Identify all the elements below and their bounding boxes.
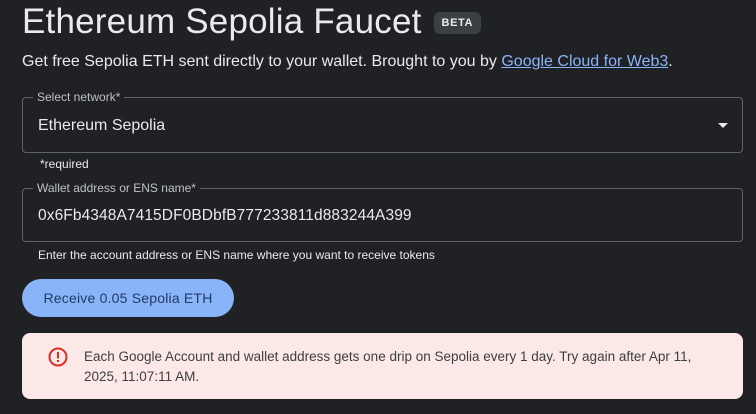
error-icon bbox=[48, 347, 68, 367]
receive-eth-button[interactable]: Receive 0.05 Sepolia ETH bbox=[22, 279, 234, 317]
rate-limit-alert: Each Google Account and wallet address g… bbox=[22, 333, 743, 399]
google-cloud-web3-link[interactable]: Google Cloud for Web3 bbox=[501, 53, 668, 70]
wallet-address-field[interactable]: Wallet address or ENS name* 0x6Fb4348A74… bbox=[22, 181, 743, 242]
network-select[interactable]: Select network* Ethereum Sepolia bbox=[22, 90, 743, 153]
title-row: Ethereum Sepolia Faucet BETA bbox=[22, 0, 482, 44]
wallet-helper-text: Enter the account address or ENS name wh… bbox=[38, 248, 435, 262]
network-select-label: Select network* bbox=[33, 90, 125, 104]
alert-message: Each Google Account and wallet address g… bbox=[84, 349, 692, 384]
wallet-address-value[interactable]: 0x6Fb4348A7415DF0BDbfB777233811d883244A3… bbox=[38, 207, 412, 225]
page-subtitle: Get free Sepolia ETH sent directly to yo… bbox=[22, 52, 673, 72]
subtitle-suffix: . bbox=[668, 53, 673, 70]
network-select-value: Ethereum Sepolia bbox=[38, 117, 166, 134]
wallet-address-label: Wallet address or ENS name* bbox=[33, 181, 200, 195]
subtitle-text: Get free Sepolia ETH sent directly to yo… bbox=[22, 53, 502, 70]
beta-badge: BETA bbox=[433, 12, 482, 34]
required-note: *required bbox=[40, 157, 89, 171]
faucet-page: Ethereum Sepolia Faucet BETA Get free Se… bbox=[0, 0, 756, 414]
dropdown-arrow-icon[interactable] bbox=[718, 123, 728, 128]
page-title: Ethereum Sepolia Faucet bbox=[22, 2, 422, 41]
